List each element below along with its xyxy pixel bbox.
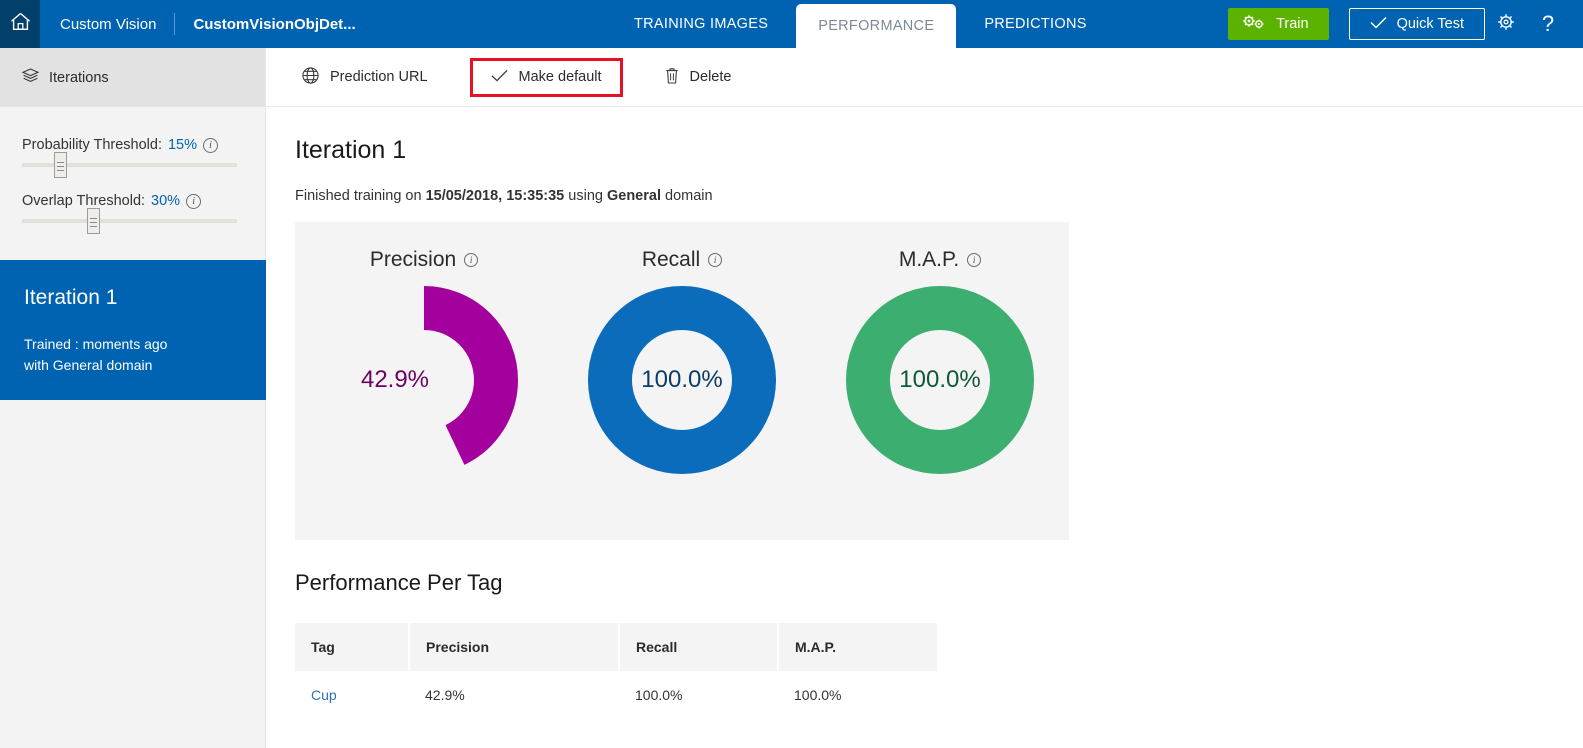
- make-default-button[interactable]: Make default: [470, 58, 623, 97]
- quick-test-label: Quick Test: [1397, 16, 1464, 32]
- probability-threshold-label: Probability Threshold: 15% i: [22, 137, 235, 153]
- help-button[interactable]: ?: [1527, 0, 1569, 48]
- train-button[interactable]: Train: [1228, 8, 1329, 40]
- map-title: M.A.P.: [899, 248, 959, 272]
- probability-threshold-text: Probability Threshold:: [22, 137, 162, 153]
- map-title-row: M.A.P. i: [899, 248, 981, 272]
- tab-training-images[interactable]: TRAINING IMAGES: [612, 0, 790, 48]
- info-icon[interactable]: i: [186, 194, 201, 209]
- precision-donut-chart: 42.9%: [330, 286, 518, 474]
- quick-test-button[interactable]: Quick Test: [1349, 8, 1485, 40]
- home-icon: [10, 12, 31, 36]
- overlap-threshold-value: 30%: [151, 193, 180, 209]
- recall-title: Recall: [642, 248, 700, 272]
- column-header-map[interactable]: M.A.P.: [778, 623, 937, 671]
- info-icon[interactable]: i: [203, 138, 218, 153]
- train-button-label: Train: [1276, 16, 1309, 32]
- tab-performance[interactable]: PERFORMANCE: [796, 4, 956, 48]
- cell-tag: Cup: [295, 671, 409, 719]
- page-title: Iteration 1: [295, 136, 1583, 165]
- checkmark-icon: [1370, 16, 1387, 33]
- sidebar: Iterations Probability Threshold: 15% i …: [0, 48, 266, 748]
- column-header-precision[interactable]: Precision: [409, 623, 619, 671]
- sidebar-header-iterations: Iterations: [0, 48, 265, 107]
- recall-title-row: Recall i: [642, 248, 722, 272]
- iteration-card-title: Iteration 1: [24, 286, 242, 310]
- iteration-card-domain: with General domain: [24, 355, 242, 376]
- checkmark-icon: [491, 69, 508, 86]
- training-summary: Finished training on 15/05/2018, 15:35:3…: [295, 188, 1583, 204]
- finished-suffix: domain: [661, 188, 713, 204]
- cell-precision: 42.9%: [409, 671, 619, 719]
- gear-icon: [1496, 12, 1516, 37]
- brand-divider: [174, 13, 175, 35]
- performance-per-tag-table: Tag Precision Recall M.A.P. Cup 42.9% 10…: [295, 623, 937, 719]
- recall-donut-chart: 100.0%: [588, 286, 776, 474]
- map-donut-chart: 100.0%: [846, 286, 1034, 474]
- prediction-url-button[interactable]: Prediction URL: [288, 58, 442, 97]
- tag-link-cup[interactable]: Cup: [311, 687, 337, 703]
- probability-slider-thumb[interactable]: [54, 152, 67, 178]
- precision-value: 42.9%: [330, 286, 518, 474]
- sidebar-header-label: Iterations: [49, 70, 109, 86]
- info-icon[interactable]: i: [708, 253, 722, 267]
- probability-threshold-slider[interactable]: [22, 163, 237, 167]
- info-icon[interactable]: i: [464, 253, 478, 267]
- overlap-threshold-slider[interactable]: [22, 219, 237, 223]
- overlap-threshold-label: Overlap Threshold: 30% i: [22, 193, 235, 209]
- cell-recall: 100.0%: [619, 671, 778, 719]
- layers-icon: [22, 68, 39, 87]
- precision-metric: Precision i 42.9%: [295, 222, 553, 540]
- info-icon[interactable]: i: [967, 253, 981, 267]
- section-title-performance-per-tag: Performance Per Tag: [295, 570, 502, 596]
- finished-date: 15/05/2018, 15:35:35: [426, 188, 565, 204]
- top-navigation-bar: Custom Vision CustomVisionObjDet... TRAI…: [0, 0, 1583, 48]
- table-header-row: Tag Precision Recall M.A.P.: [295, 623, 937, 671]
- settings-button[interactable]: [1485, 0, 1527, 48]
- iteration-card-trained: Trained : moments ago: [24, 334, 242, 355]
- finished-prefix: Finished training on: [295, 188, 426, 204]
- gears-icon: [1242, 14, 1266, 34]
- trash-icon: [665, 67, 679, 88]
- topbar-actions: Train Quick Test ?: [1228, 0, 1583, 48]
- overlap-slider-thumb[interactable]: [87, 208, 100, 234]
- brand-label[interactable]: Custom Vision: [40, 0, 156, 48]
- threshold-sliders: Probability Threshold: 15% i Overlap Thr…: [0, 107, 265, 223]
- precision-title: Precision: [370, 248, 456, 272]
- finished-domain: General: [607, 188, 661, 204]
- probability-threshold-value: 15%: [168, 137, 197, 153]
- column-header-tag[interactable]: Tag: [295, 623, 409, 671]
- recall-metric: Recall i 100.0%: [553, 222, 811, 540]
- delete-button[interactable]: Delete: [651, 58, 746, 97]
- map-metric: M.A.P. i 100.0%: [811, 222, 1069, 540]
- table-row: Cup 42.9% 100.0% 100.0%: [295, 671, 937, 719]
- iteration-toolbar: Prediction URL Make default Delete: [266, 48, 1583, 107]
- home-button[interactable]: [0, 0, 40, 48]
- metrics-panel: Precision i 42.9% Recall i 100.0%: [295, 222, 1069, 540]
- precision-title-row: Precision i: [370, 248, 478, 272]
- main-tabs: TRAINING IMAGES PERFORMANCE PREDICTIONS: [612, 0, 1109, 48]
- make-default-label: Make default: [519, 69, 602, 85]
- globe-icon: [302, 67, 319, 88]
- prediction-url-label: Prediction URL: [330, 69, 428, 85]
- project-name[interactable]: CustomVisionObjDet...: [193, 0, 355, 48]
- cell-map: 100.0%: [778, 671, 937, 719]
- delete-label: Delete: [690, 69, 732, 85]
- performance-content: Iteration 1 Finished training on 15/05/2…: [266, 107, 1583, 748]
- tab-predictions[interactable]: PREDICTIONS: [962, 0, 1108, 48]
- map-value: 100.0%: [846, 286, 1034, 474]
- column-header-recall[interactable]: Recall: [619, 623, 778, 671]
- finished-mid: using: [564, 188, 607, 204]
- recall-value: 100.0%: [588, 286, 776, 474]
- overlap-threshold-text: Overlap Threshold:: [22, 193, 145, 209]
- sidebar-item-iteration-1[interactable]: Iteration 1 Trained : moments ago with G…: [0, 260, 266, 400]
